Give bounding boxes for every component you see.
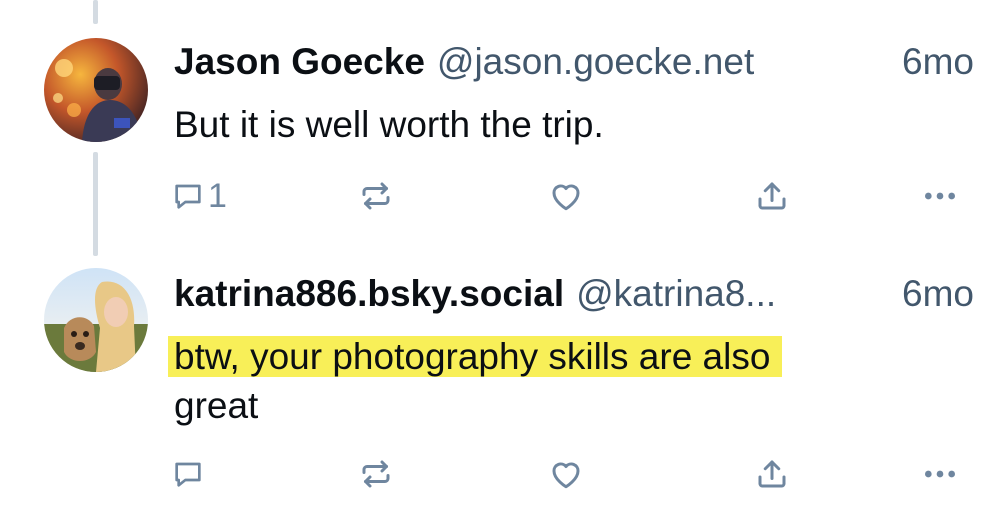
post-header: Jason Goecke @jason.goecke.net 6mo bbox=[174, 40, 974, 84]
share-icon bbox=[758, 460, 786, 488]
share-button[interactable] bbox=[754, 452, 790, 496]
post-katrina886[interactable]: katrina886.bsky.social @katrina8... 6mo … bbox=[0, 250, 1000, 526]
heart-icon bbox=[552, 462, 580, 489]
heart-icon bbox=[552, 184, 580, 211]
post-text-rest: great bbox=[174, 385, 259, 426]
reply-count: 1 bbox=[208, 176, 227, 215]
reply-icon bbox=[175, 184, 201, 209]
more-icon bbox=[925, 192, 955, 200]
reply-icon bbox=[175, 462, 201, 487]
share-button[interactable] bbox=[754, 174, 790, 218]
post-actions bbox=[172, 452, 972, 496]
reply-button[interactable] bbox=[172, 452, 208, 496]
author-handle[interactable]: @katrina8... bbox=[576, 272, 890, 316]
like-button[interactable] bbox=[548, 452, 584, 496]
share-icon bbox=[758, 182, 786, 210]
photographer-avatar-image bbox=[44, 38, 148, 142]
post-text-content: But it is well worth the trip. bbox=[174, 104, 604, 145]
avatar[interactable] bbox=[44, 38, 148, 142]
post-header: katrina886.bsky.social @katrina8... 6mo bbox=[174, 272, 974, 316]
post-actions: 1 bbox=[172, 174, 972, 218]
repost-button[interactable] bbox=[358, 174, 394, 218]
author-handle[interactable]: @jason.goecke.net bbox=[437, 40, 890, 84]
post-time[interactable]: 6mo bbox=[902, 40, 974, 84]
repost-button[interactable] bbox=[358, 452, 394, 496]
author-name[interactable]: Jason Goecke bbox=[174, 40, 425, 84]
more-button[interactable] bbox=[920, 174, 960, 218]
post-time[interactable]: 6mo bbox=[902, 272, 974, 316]
repost-icon bbox=[362, 182, 390, 210]
post-text: btw, your photography skills are also gr… bbox=[168, 332, 954, 430]
more-button[interactable] bbox=[920, 452, 960, 496]
like-button[interactable] bbox=[548, 174, 584, 218]
repost-icon bbox=[362, 460, 390, 488]
more-icon bbox=[925, 470, 955, 478]
post-text: But it is well worth the trip. bbox=[174, 100, 954, 149]
avatar[interactable] bbox=[44, 268, 148, 372]
reply-button[interactable]: 1 bbox=[172, 174, 227, 218]
woman-with-dog-avatar-image bbox=[44, 268, 148, 372]
post-jason-goecke[interactable]: Jason Goecke @jason.goecke.net 6mo But i… bbox=[0, 0, 1000, 250]
highlighted-text: btw, your photography skills are also bbox=[168, 336, 783, 377]
author-name[interactable]: katrina886.bsky.social bbox=[174, 272, 564, 316]
